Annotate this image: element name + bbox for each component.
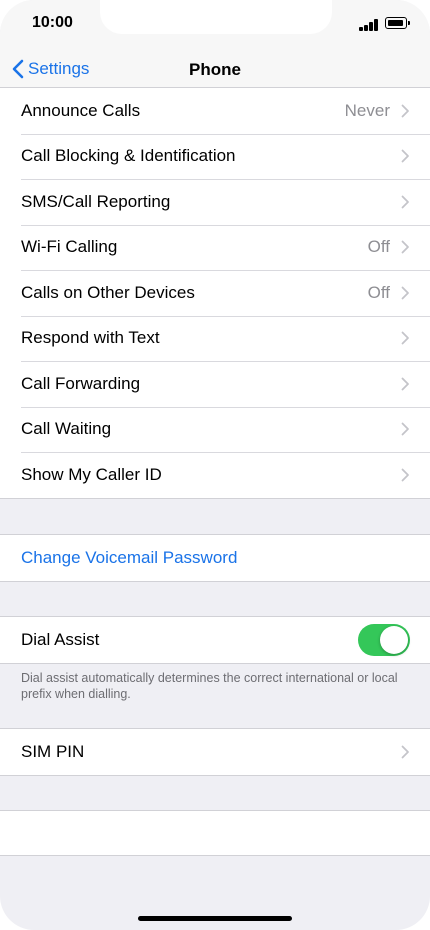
phone-settings-group: Announce Calls Never Call Blocking & Ide…	[0, 87, 430, 499]
sim-pin-group: SIM PIN	[0, 728, 430, 776]
row-label: Call Waiting	[21, 419, 112, 439]
row-call-waiting[interactable]: Call Waiting	[0, 406, 430, 453]
chevron-right-icon	[401, 377, 409, 391]
chevron-right-icon	[401, 331, 409, 345]
row-label: Call Forwarding	[21, 373, 141, 393]
phone-screen: 10:00 Settings Phone Announce Calls Neve…	[0, 0, 430, 930]
chevron-left-icon	[12, 59, 24, 79]
row-label: SIM PIN	[21, 741, 85, 761]
row-call-blocking[interactable]: Call Blocking & Identification	[0, 133, 430, 180]
dial-assist-footer: Dial assist automatically determines the…	[21, 671, 398, 701]
dial-assist-label: Dial Assist	[21, 629, 100, 649]
voicemail-group: Change Voicemail Password	[0, 534, 430, 582]
chevron-right-icon	[401, 240, 409, 254]
status-time: 10:00	[32, 14, 73, 31]
row-label: Respond with Text	[21, 328, 160, 348]
signal-icon	[359, 19, 379, 31]
notch	[100, 0, 332, 34]
change-voicemail-password-button[interactable]: Change Voicemail Password	[0, 535, 430, 581]
chevron-right-icon	[401, 104, 409, 118]
row-sim-pin[interactable]: SIM PIN	[0, 729, 430, 775]
row-label: SMS/Call Reporting	[21, 191, 171, 211]
row-label: Calls on Other Devices	[21, 282, 195, 302]
row-sms-call-reporting[interactable]: SMS/Call Reporting	[0, 179, 430, 225]
battery-icon	[385, 17, 410, 29]
chevron-right-icon	[401, 745, 409, 759]
toggle-knob	[380, 626, 408, 654]
row-wifi-calling[interactable]: Wi-Fi Calling Off	[0, 224, 430, 271]
dial-assist-group: Dial Assist	[0, 616, 430, 664]
row-respond-with-text[interactable]: Respond with Text	[0, 315, 430, 362]
chevron-right-icon	[401, 468, 409, 482]
row-call-forwarding[interactable]: Call Forwarding	[0, 361, 430, 407]
empty-group	[0, 810, 430, 856]
chevron-right-icon	[401, 422, 409, 436]
row-value: Off	[367, 237, 390, 257]
row-value: Off	[367, 282, 390, 302]
status-bar: 10:00	[0, 0, 430, 50]
row-calls-on-other-devices[interactable]: Calls on Other Devices Off	[0, 270, 430, 316]
chevron-right-icon	[401, 149, 409, 163]
back-button[interactable]: Settings	[12, 59, 89, 79]
row-value: Never	[344, 100, 390, 120]
chevron-right-icon	[401, 286, 409, 300]
row-show-my-caller-id[interactable]: Show My Caller ID	[0, 452, 430, 498]
voicemail-label: Change Voicemail Password	[21, 547, 238, 567]
row-label: Show My Caller ID	[21, 464, 162, 484]
back-label: Settings	[28, 59, 90, 78]
row-label: Call Blocking & Identification	[21, 146, 236, 166]
row-announce-calls[interactable]: Announce Calls Never	[0, 88, 430, 134]
row-dial-assist: Dial Assist	[0, 617, 430, 663]
home-indicator[interactable]	[138, 916, 292, 921]
row-label: Announce Calls	[21, 100, 141, 120]
chevron-right-icon	[401, 195, 409, 209]
row-label: Wi-Fi Calling	[21, 237, 118, 257]
dial-assist-toggle[interactable]	[358, 624, 410, 656]
